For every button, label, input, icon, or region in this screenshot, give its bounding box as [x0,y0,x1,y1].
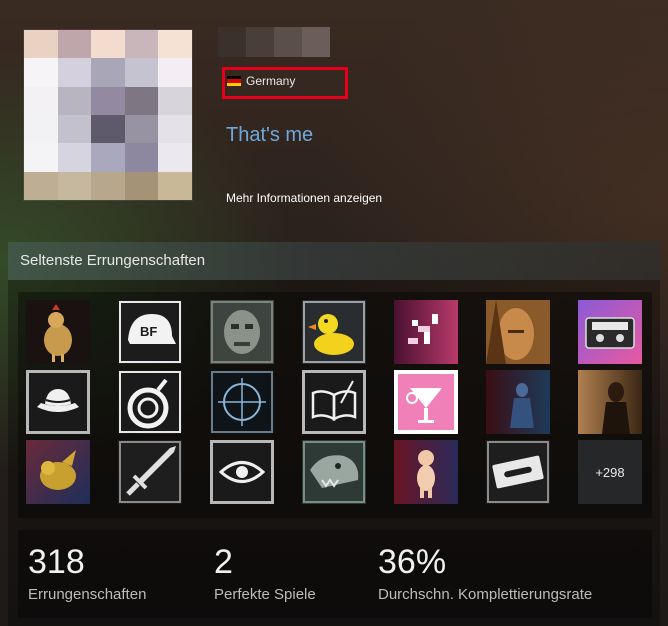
gold-creature-icon[interactable] [26,440,90,504]
stat-value: 36% [378,543,447,581]
country-label: Germany [246,74,296,88]
stat-label: Perfekte Spiele [214,586,316,603]
stone-face-icon[interactable] [210,300,274,364]
bomb-icon[interactable] [118,370,182,434]
country-location: Germany [227,73,295,89]
book-quill-icon[interactable] [302,370,366,434]
sword-icon[interactable] [118,440,182,504]
profile-name-blurred [218,27,330,57]
profile-summary: That's me [226,124,314,146]
more-info-link[interactable]: Mehr Informationen anzeigen [226,191,382,205]
dark-figure-icon[interactable] [578,370,642,434]
germany-flag-icon [227,76,241,86]
cocktail-icon[interactable] [394,370,458,434]
monster-head-icon[interactable] [302,440,366,504]
stat-perfect-games: 2 Perfekte Spiele [214,542,316,603]
baby-doll-icon[interactable] [394,440,458,504]
avatar[interactable] [24,30,192,200]
more-achievements-button[interactable]: +298 [578,440,642,504]
bf-cap-icon[interactable]: BF [118,300,182,364]
svg-text:BF: BF [140,324,157,339]
achievement-grid: BF +298 [18,292,652,518]
portrait-icon[interactable] [486,300,550,364]
more-achievements-count: +298 [595,464,625,480]
cassette-icon[interactable] [578,300,642,364]
rubber-duck-icon[interactable] [302,300,366,364]
summary-faded-text [226,170,606,184]
stat-label: Errungenschaften [28,586,147,603]
stat-label: Durchschn. Komplettierungsrate [378,586,593,603]
pixel-creature-icon[interactable] [394,300,458,364]
showcase-title: Seltenste Errungenschaften [8,242,660,280]
stat-achievements: 318 Errungenschaften [28,542,146,603]
rarest-achievements-showcase: Seltenste Errungenschaften BF +298 318 E… [8,242,660,626]
crosshair-icon[interactable] [210,370,274,434]
razor-blade-icon[interactable] [486,440,550,504]
stat-value: 2 [214,543,233,581]
achievement-stats: 318 Errungenschaften 2 Perfekte Spiele 3… [18,530,652,618]
eye-icon[interactable] [210,440,274,504]
fedora-hat-icon[interactable] [26,370,90,434]
chicken-icon[interactable] [26,300,90,364]
stat-value: 318 [28,543,85,581]
stat-completion-rate: 36% Durchschn. Komplettierungsrate [378,542,592,603]
blue-figure-icon[interactable] [486,370,550,434]
